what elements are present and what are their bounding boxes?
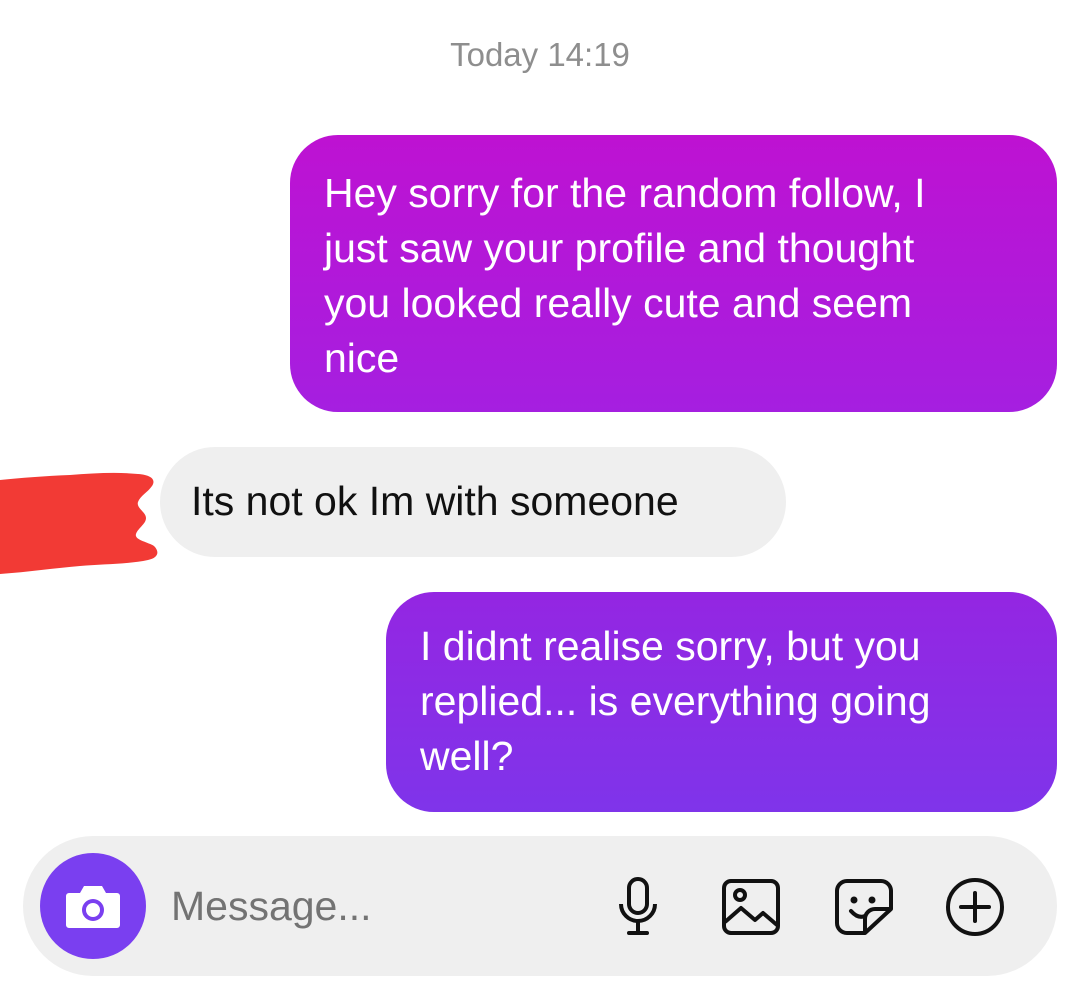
- incoming-message-bubble[interactable]: Its not ok Im with someone: [160, 447, 786, 557]
- outgoing-message-bubble[interactable]: Hey sorry for the random follow, I just …: [290, 135, 1057, 412]
- message-line: Hey sorry for the random follow, I: [324, 170, 926, 216]
- message-line: I didnt realise sorry, but you: [420, 623, 921, 669]
- microphone-icon: [619, 877, 657, 935]
- sticker-icon: [835, 879, 893, 935]
- message-line: Its not ok Im with someone: [191, 478, 679, 524]
- message-line: you looked really cute and seem: [324, 280, 913, 326]
- message-line: just saw your profile and thought: [324, 225, 915, 271]
- microphone-button[interactable]: [607, 876, 669, 938]
- message-composer: [23, 836, 1057, 976]
- message-line: nice: [324, 335, 400, 381]
- camera-icon: [66, 886, 120, 928]
- sticker-button[interactable]: [833, 876, 895, 938]
- add-button[interactable]: [944, 876, 1006, 938]
- message-line: well?: [420, 733, 514, 779]
- message-line: replied... is everything going: [420, 678, 931, 724]
- gallery-icon: [722, 879, 780, 935]
- outgoing-message-bubble[interactable]: I didnt realise sorry, but you replied..…: [386, 592, 1057, 812]
- message-input[interactable]: [171, 880, 591, 932]
- camera-button[interactable]: [40, 853, 146, 959]
- redacted-avatar: [0, 472, 158, 574]
- plus-icon: [946, 878, 1004, 936]
- gallery-button[interactable]: [720, 876, 782, 938]
- conversation-timestamp: Today 14:19: [450, 36, 630, 73]
